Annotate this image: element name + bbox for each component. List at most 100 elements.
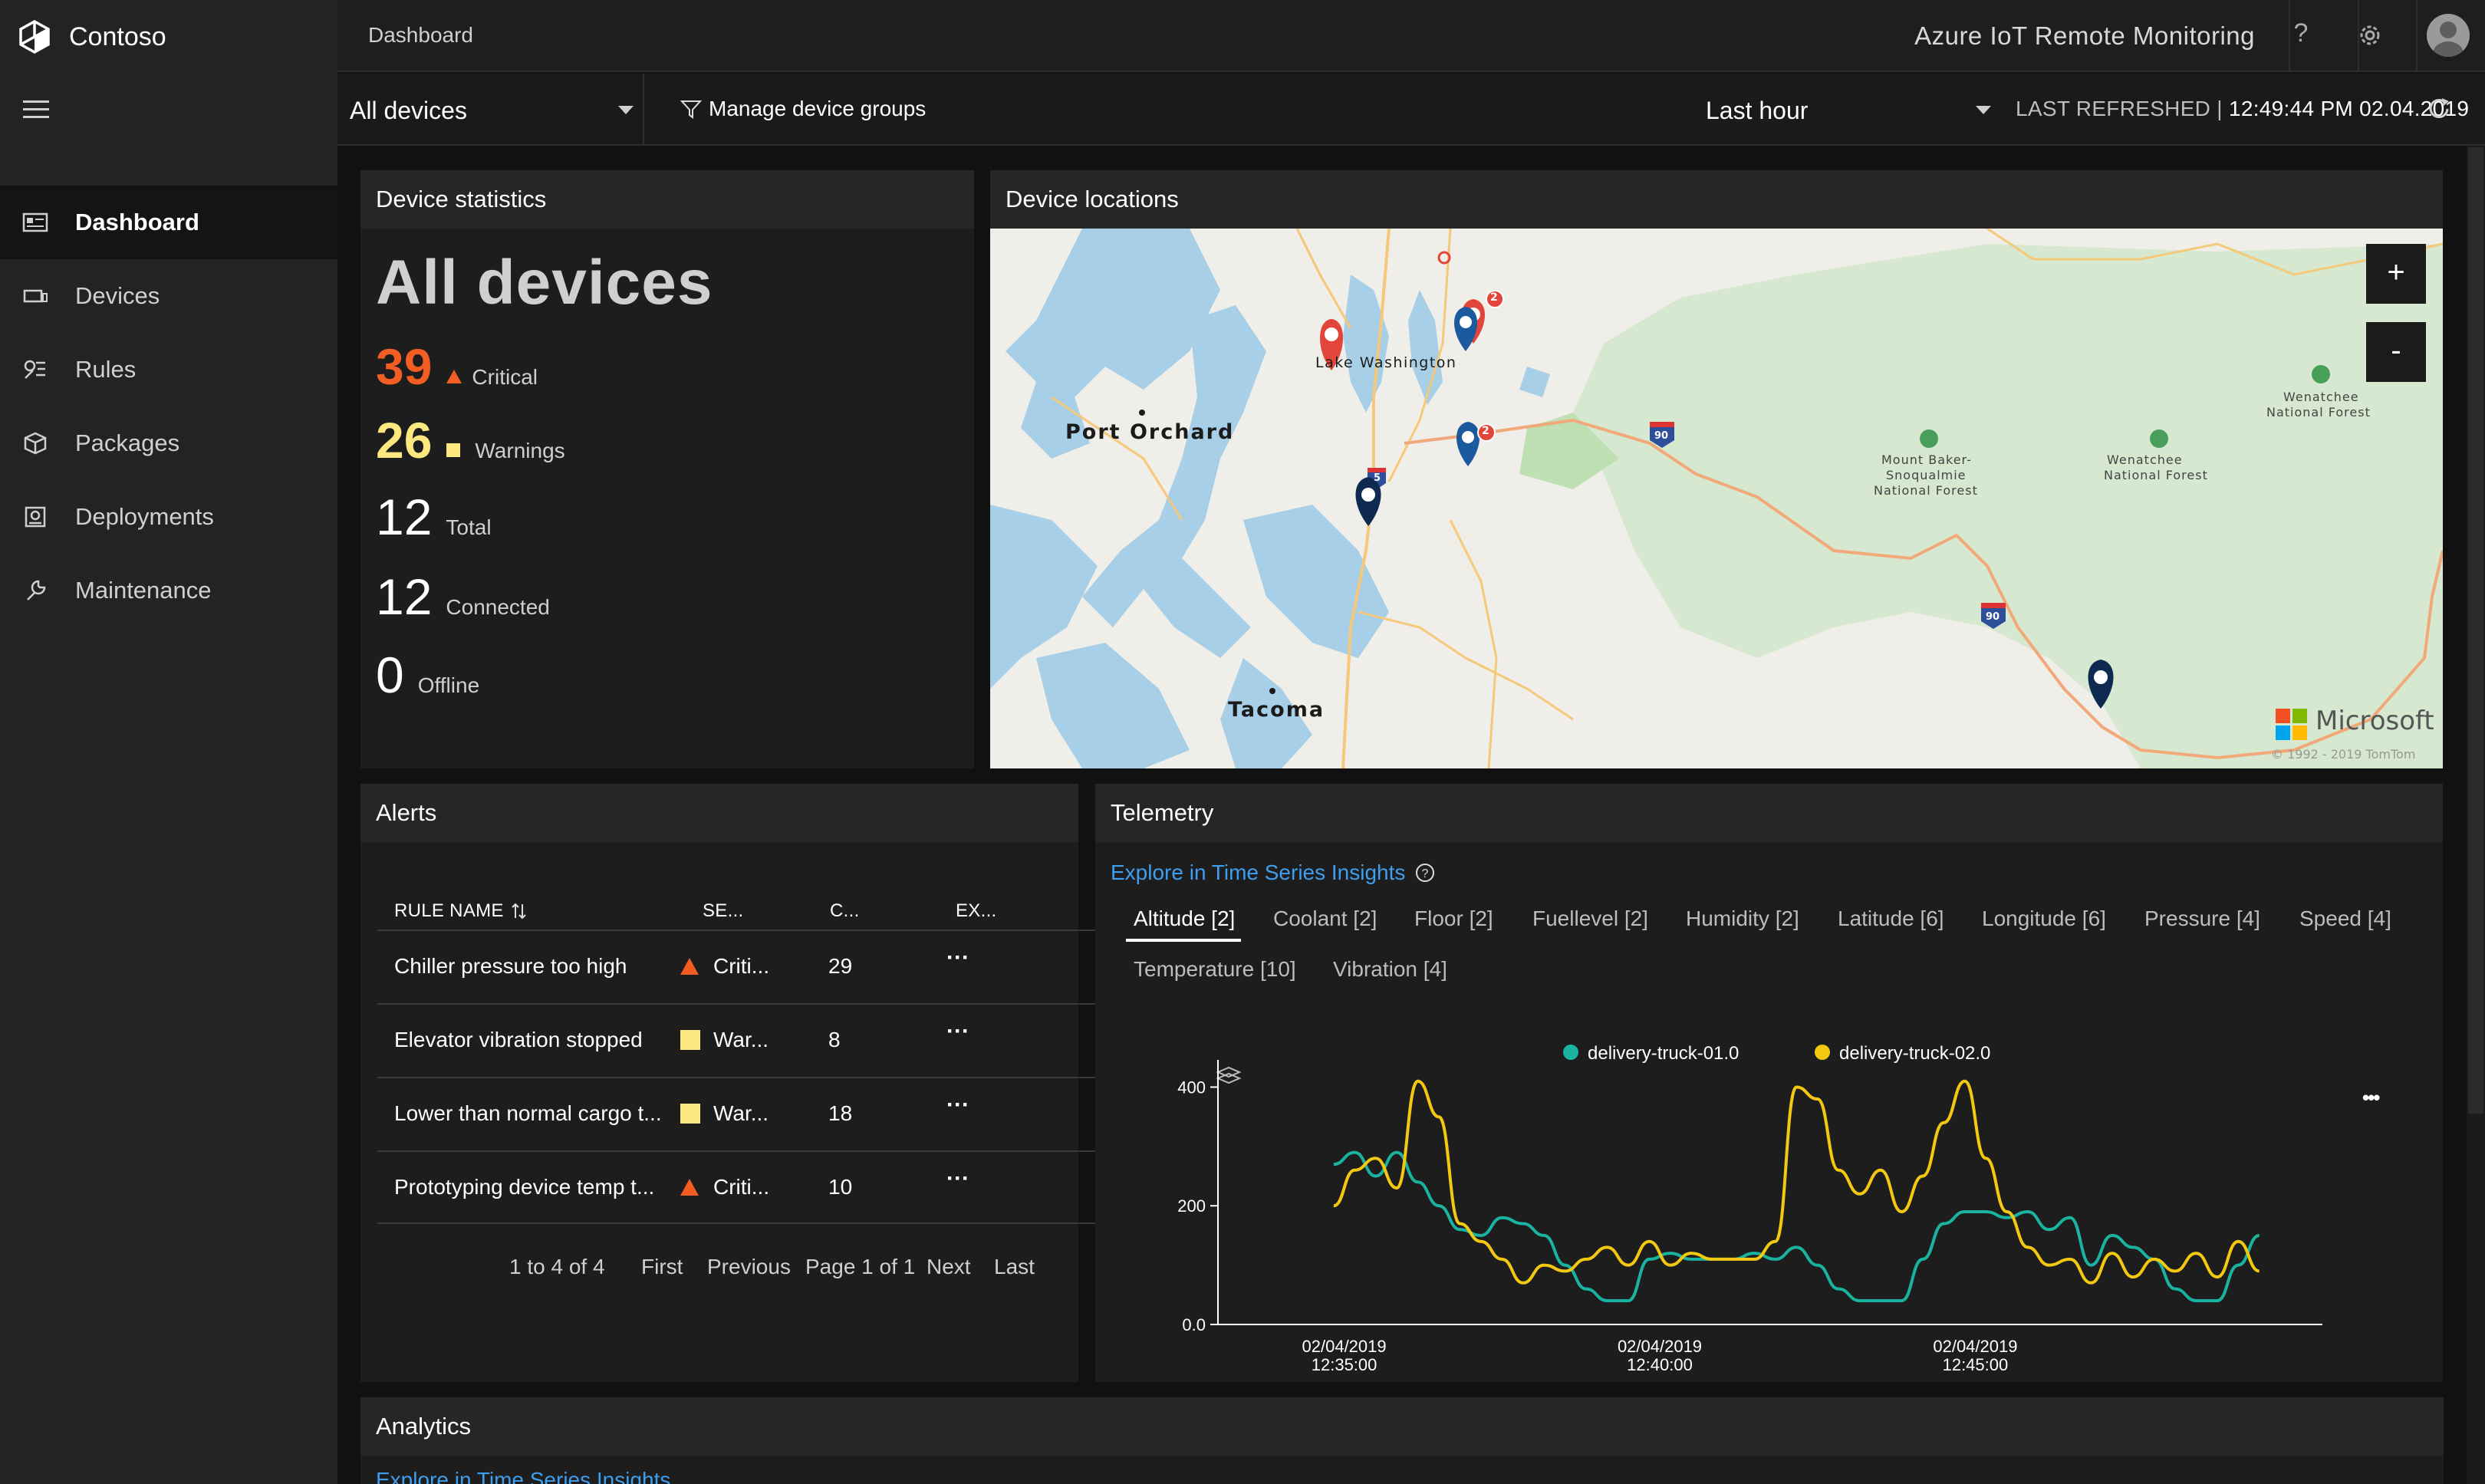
y-tick-label: 0.0 — [1182, 1315, 1206, 1334]
critical-triangle-icon — [446, 370, 462, 383]
device-map[interactable]: Lake Washington Port Orchard Tacoma Moun… — [990, 229, 2443, 768]
col-header-severity[interactable]: SE... — [703, 900, 744, 922]
zoom-out-button[interactable]: - — [2366, 322, 2426, 382]
more-options-icon[interactable]: ··· — [946, 1166, 969, 1192]
zoom-in-button[interactable]: + — [2366, 244, 2426, 304]
header-divider — [2416, 0, 2418, 72]
tab-humidity[interactable]: Humidity [2] — [1686, 907, 1799, 931]
tab-vibration[interactable]: Vibration [4] — [1333, 957, 1447, 982]
page-scrollbar-thumb[interactable] — [2468, 147, 2483, 1114]
manage-device-groups-button[interactable]: Manage device groups — [680, 97, 926, 121]
offline-label: Offline — [417, 673, 480, 697]
rules-icon — [21, 356, 49, 383]
pager-next-button[interactable]: Next — [927, 1255, 971, 1279]
more-options-icon[interactable]: ··· — [946, 945, 969, 971]
sidebar-item-label: Packages — [75, 429, 180, 456]
count: 29 — [828, 954, 853, 978]
deployments-icon — [21, 503, 49, 531]
tab-longitude[interactable]: Longitude [6] — [1982, 907, 2106, 931]
time-range-select[interactable]: Last hour — [1706, 97, 1808, 125]
dashboard-icon — [21, 209, 49, 236]
legend-label[interactable]: delivery-truck-02.0 — [1839, 1043, 1990, 1064]
tab-coolant[interactable]: Coolant [2] — [1273, 907, 1377, 931]
stats-heading: All devices — [376, 248, 713, 318]
app-title: Azure IoT Remote Monitoring — [1914, 21, 2255, 50]
maintenance-icon — [21, 577, 49, 604]
chart-more-icon[interactable]: ••• — [2362, 1086, 2380, 1110]
manage-device-groups-label: Manage device groups — [709, 97, 927, 120]
highway-label: 90 — [1986, 611, 2000, 623]
tab-pressure[interactable]: Pressure [4] — [2144, 907, 2260, 931]
legend-label[interactable]: delivery-truck-01.0 — [1588, 1043, 1739, 1064]
tab-speed[interactable]: Speed [4] — [2299, 907, 2391, 931]
refresh-icon[interactable] — [2425, 95, 2453, 123]
highway-label: 5 — [1374, 472, 1381, 484]
sidebar-item-packages[interactable]: Packages — [0, 406, 337, 480]
pin-cluster-count: 2 — [1482, 425, 1489, 437]
x-tick-date-label: 02/04/2019 — [1618, 1337, 1702, 1356]
x-tick-time-label: 12:40:00 — [1627, 1355, 1693, 1374]
analytics-tsi-link[interactable]: Explore in Time Series Insights — [376, 1468, 670, 1484]
alerts-panel: Alerts RULE NAME SE... C... EX... Chille… — [360, 784, 1425, 1382]
series-line-delivery-truck-02.0[interactable] — [1333, 1079, 2260, 1285]
series-line-delivery-truck-01.0[interactable] — [1333, 1150, 2260, 1302]
sidebar-item-label: Maintenance — [75, 577, 212, 604]
tsi-link[interactable]: Explore in Time Series Insights ? — [1111, 860, 1436, 885]
pager-range: 1 to 4 of 4 — [509, 1255, 605, 1278]
sidebar-item-deployments[interactable]: Deployments — [0, 480, 337, 554]
sidebar: Contoso Dashboard Devices Rules Packages… — [0, 0, 337, 1484]
pager-previous-button[interactable]: Previous — [707, 1255, 791, 1279]
gear-icon[interactable] — [2355, 20, 2385, 51]
col-header-explore[interactable]: EX... — [956, 900, 997, 922]
tab-floor[interactable]: Floor [2] — [1414, 907, 1493, 931]
sidebar-item-label: Rules — [75, 356, 137, 383]
count: 8 — [828, 1028, 841, 1051]
avatar[interactable] — [2427, 14, 2470, 57]
col-header-label: RULE NAME — [394, 900, 504, 921]
layers-icon[interactable] — [1216, 1066, 1242, 1084]
panel-title: Device locations — [990, 170, 2443, 229]
hamburger-menu-icon[interactable] — [21, 98, 52, 121]
map-label-forest: Mount Baker- — [1881, 452, 1972, 467]
x-tick-time-label: 12:35:00 — [1312, 1355, 1377, 1374]
info-icon[interactable]: ? — [1414, 862, 1436, 883]
sidebar-item-dashboard[interactable]: Dashboard — [0, 186, 337, 259]
tab-altitude[interactable]: Altitude [2] — [1134, 907, 1235, 931]
more-options-icon[interactable]: ··· — [946, 1092, 969, 1118]
top-header: Dashboard Azure IoT Remote Monitoring ? — [337, 0, 2485, 72]
brand[interactable]: Contoso — [17, 14, 166, 60]
tab-fuellevel[interactable]: Fuellevel [2] — [1532, 907, 1648, 931]
offline-count: 0 — [376, 647, 404, 703]
selected-tab-underline — [1126, 939, 1241, 942]
map-attribution: © 1992 - 2019 TomTom — [2271, 747, 2416, 762]
x-tick-date-label: 02/04/2019 — [1933, 1337, 2017, 1356]
sidebar-item-devices[interactable]: Devices — [0, 259, 337, 333]
tab-temperature[interactable]: Temperature [10] — [1134, 957, 1296, 982]
device-group-select[interactable]: All devices — [350, 90, 640, 130]
warnings-label: Warnings — [475, 439, 565, 462]
help-icon[interactable]: ? — [2286, 18, 2316, 49]
pager-first-button[interactable]: First — [641, 1255, 683, 1279]
sidebar-item-rules[interactable]: Rules — [0, 333, 337, 406]
chevron-down-icon[interactable] — [618, 106, 634, 114]
count: 18 — [828, 1101, 853, 1125]
col-header-count[interactable]: C... — [830, 900, 860, 922]
sidebar-item-maintenance[interactable]: Maintenance — [0, 554, 337, 627]
rule-name: Prototyping device temp t... — [394, 1175, 655, 1199]
tab-latitude[interactable]: Latitude [6] — [1838, 907, 1944, 931]
telemetry-chart[interactable]: delivery-truck-01.0 delivery-truck-02.0 4… — [1095, 1014, 2443, 1382]
user-icon — [2433, 21, 2464, 57]
more-options-icon[interactable]: ··· — [946, 1018, 969, 1045]
severity: Criti... — [713, 1175, 770, 1199]
chart-axes: 4002000.002/04/201912:35:0002/04/201912:… — [1177, 1060, 2322, 1374]
stat-total: 12 Total — [376, 488, 492, 546]
pager-last-button[interactable]: Last — [994, 1255, 1035, 1279]
stat-connected: 12 Connected — [376, 568, 550, 626]
critical-label: Critical — [472, 365, 538, 389]
col-header-rule-name[interactable]: RULE NAME — [394, 900, 527, 922]
chevron-down-icon[interactable] — [1976, 106, 1991, 114]
sidebar-item-label: Deployments — [75, 503, 214, 530]
telemetry-panel: Telemetry Explore in Time Series Insight… — [1095, 784, 2443, 1382]
sort-icon[interactable] — [512, 902, 527, 920]
svg-text:?: ? — [1422, 867, 1429, 880]
